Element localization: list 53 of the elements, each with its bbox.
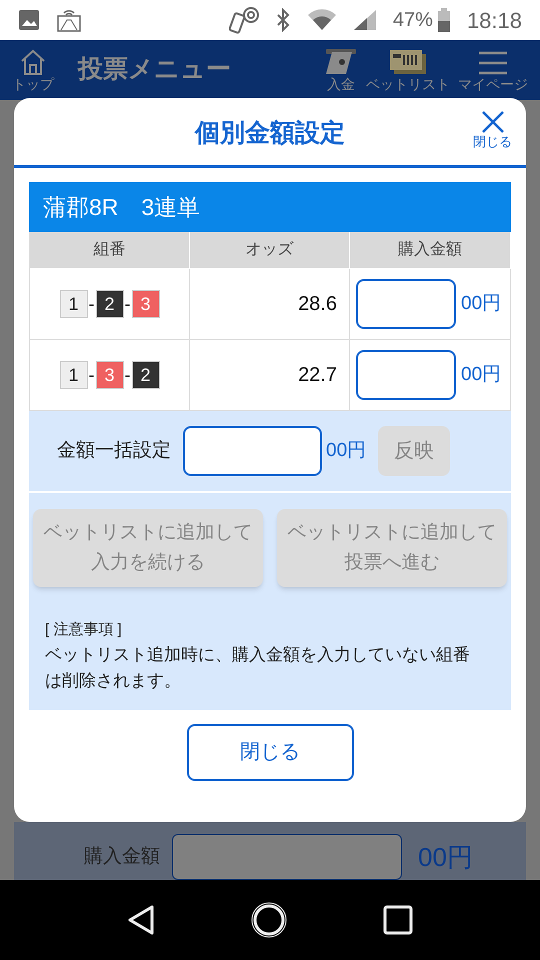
close-button[interactable]: 閉じる xyxy=(186,724,354,780)
unit-label: 00円 xyxy=(461,292,502,316)
boat-number: 1 xyxy=(60,290,88,318)
unit-label: 00円 xyxy=(418,840,473,874)
notice-heading: [ 注意事項 ] xyxy=(44,620,123,640)
nav-item[interactable]: トップ xyxy=(12,48,54,92)
bulk-amount-field[interactable] xyxy=(183,426,322,476)
battery-icon xyxy=(436,8,451,32)
odds-value: 22.7 xyxy=(298,363,337,388)
close-icon xyxy=(480,110,504,134)
bulk-label: 金額一括設定 xyxy=(57,438,171,463)
column-header: 購入金額 xyxy=(350,232,511,269)
column-header: オッズ xyxy=(190,232,350,269)
menu-icon xyxy=(477,50,509,76)
odds-value: 28.6 xyxy=(298,292,337,317)
wifi-icon xyxy=(306,9,337,31)
nav-item[interactable]: 入金 xyxy=(324,48,358,92)
dash: - xyxy=(124,364,130,386)
home-icon xyxy=(19,48,47,76)
amount-field[interactable] xyxy=(356,279,456,329)
boat-number: 2 xyxy=(96,290,124,318)
boat-number: 3 xyxy=(132,290,160,318)
boat-number: 2 xyxy=(132,361,160,389)
clock: 18:18 xyxy=(466,6,522,34)
unit-label: 00円 xyxy=(461,362,502,387)
column-header: 組番 xyxy=(30,232,190,269)
home-icon[interactable] xyxy=(250,901,288,939)
close-button[interactable]: 閉じる xyxy=(473,110,512,150)
nfc-icon xyxy=(228,6,259,34)
boat-number: 3 xyxy=(96,361,124,389)
boat-number: 1 xyxy=(60,361,88,389)
card-slot-icon xyxy=(324,48,358,76)
nav-item[interactable]: マイページ xyxy=(458,50,528,92)
dash: - xyxy=(88,364,94,386)
battery-percentage: 47% xyxy=(392,8,433,33)
ticket-icon xyxy=(388,48,428,76)
amount-field[interactable] xyxy=(172,834,402,880)
form-label: 購入金額 xyxy=(83,844,161,869)
page-title: 投票メニュー xyxy=(78,54,232,86)
race-header: 蒲郡8R 3連単 xyxy=(29,182,511,232)
dash: - xyxy=(88,292,94,316)
cast-icon xyxy=(56,8,82,32)
nav-item[interactable]: ベットリスト xyxy=(366,48,450,92)
amount-field[interactable] xyxy=(356,350,456,400)
dash: - xyxy=(124,292,130,316)
unit-label: 00円 xyxy=(326,438,366,463)
recents-icon[interactable] xyxy=(382,905,413,935)
back-icon[interactable] xyxy=(127,904,156,936)
bluetooth-icon xyxy=(274,8,291,32)
dialog-title: 個別金額設定 xyxy=(195,118,345,149)
image-icon xyxy=(18,9,40,31)
notice-text: ベットリスト追加時に、購入金額を入力していない組番は削除されます。 xyxy=(44,644,471,692)
signal-icon xyxy=(352,9,377,31)
